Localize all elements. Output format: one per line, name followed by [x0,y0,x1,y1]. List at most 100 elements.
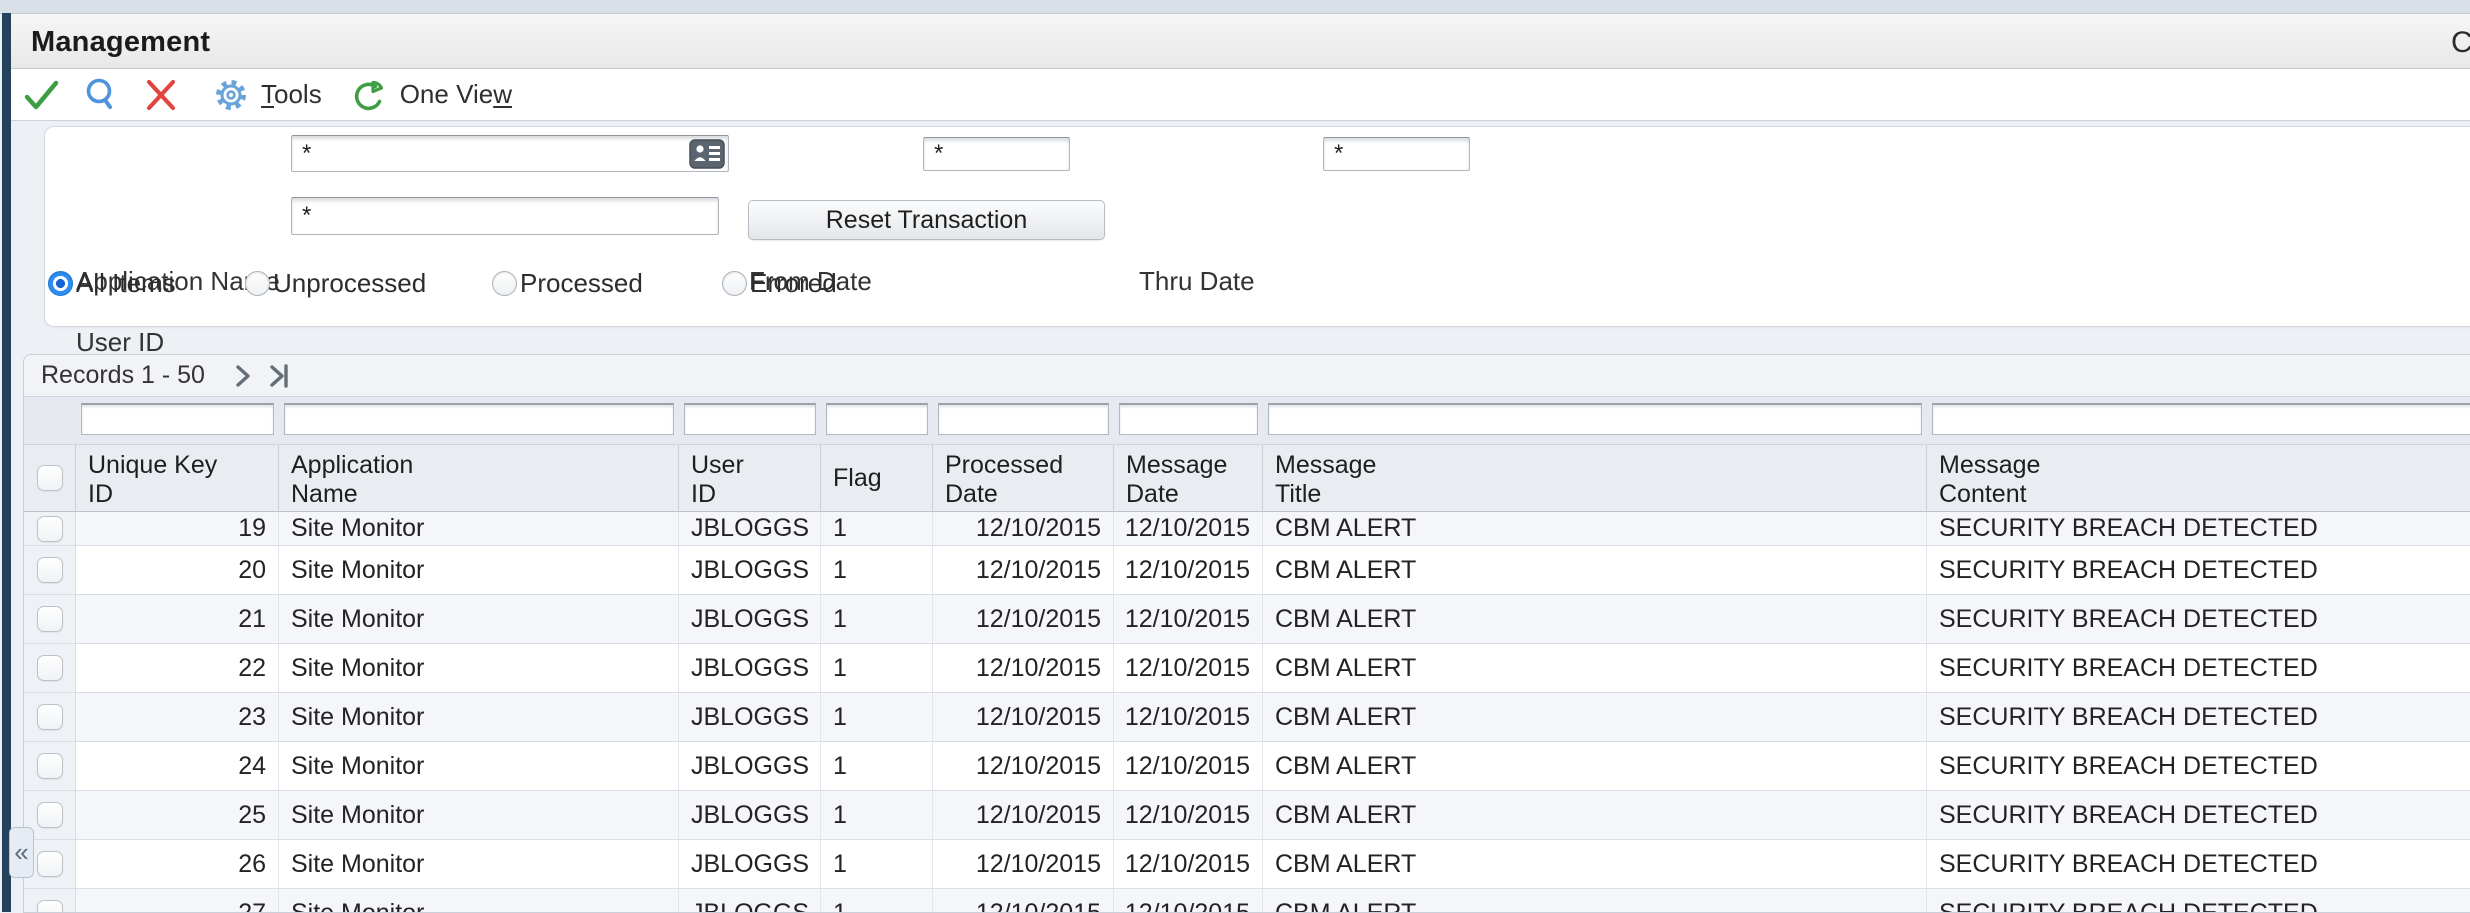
column-header-message-date[interactable]: Message Date [1114,445,1263,511]
tools-label: Tools [261,79,322,110]
column-header-message-content[interactable]: Message Content [1927,445,2470,511]
table-row[interactable]: 23 Site Monitor JBLOGGS 1 12/10/2015 12/… [24,692,2470,741]
cell-application-name: Site Monitor [279,644,679,692]
cell-message-date: 12/10/2015 [1114,791,1263,839]
close-button[interactable] [143,77,179,113]
row-checkbox[interactable] [37,851,63,877]
toolbar: Tools One View [11,69,2470,121]
qbe-input-flag[interactable] [826,403,928,435]
cell-processed-date: 12/10/2015 [933,889,1114,913]
gear-icon [213,77,249,113]
collapse-chevrons-icon: « [14,837,28,868]
page-title: Management [11,14,2470,59]
user-id-field[interactable] [291,197,719,235]
thru-date-field[interactable] [1323,137,1470,171]
cell-message-content: SECURITY BREACH DETECTED [1927,644,2470,692]
cell-processed-date: 12/10/2015 [933,512,1114,545]
radio-option[interactable]: Unprocessed [245,268,426,299]
cell-application-name: Site Monitor [279,742,679,790]
cell-flag: 1 [821,889,933,913]
row-checkbox[interactable] [37,753,63,779]
select-all-checkbox[interactable] [37,465,63,491]
table-row[interactable]: 19 Site Monitor JBLOGGS 1 12/10/2015 12/… [24,512,2470,545]
cell-flag: 1 [821,840,933,888]
confirm-button[interactable] [23,77,61,113]
qbe-input-message-title[interactable] [1268,403,1922,435]
qbe-input-message-content[interactable] [1932,403,2470,435]
next-page-button[interactable] [231,363,255,389]
cell-message-date: 12/10/2015 [1114,644,1263,692]
tools-button[interactable]: Tools [213,77,322,113]
window-top-strip [0,0,2470,14]
table-row[interactable]: 24 Site Monitor JBLOGGS 1 12/10/2015 12/… [24,741,2470,790]
column-header-unique-key-id[interactable]: Unique Key ID [76,445,279,511]
qbe-input-processed-date[interactable] [938,403,1109,435]
left-navy-rail [2,13,11,912]
results-grid-panel: Records 1 - 50 Unique Key ID Application… [23,354,2470,913]
radio-icon [48,271,73,296]
qbe-input-application-name[interactable] [284,403,674,435]
radio-icon [492,271,517,296]
cell-flag: 1 [821,742,933,790]
table-row[interactable]: 25 Site Monitor JBLOGGS 1 12/10/2015 12/… [24,790,2470,839]
cell-unique-key-id: 27 [76,889,279,913]
cell-application-name: Site Monitor [279,840,679,888]
table-row[interactable]: 20 Site Monitor JBLOGGS 1 12/10/2015 12/… [24,545,2470,594]
last-page-button[interactable] [267,363,293,389]
table-row[interactable]: 27 Site Monitor JBLOGGS 1 12/10/2015 12/… [24,888,2470,913]
cell-user-id: JBLOGGS [679,512,821,545]
reset-transaction-button[interactable]: Reset Transaction [748,200,1105,240]
find-button[interactable] [83,77,119,113]
cell-user-id: JBLOGGS [679,693,821,741]
cell-message-date: 12/10/2015 [1114,889,1263,913]
cell-processed-date: 12/10/2015 [933,595,1114,643]
table-row[interactable]: 21 Site Monitor JBLOGGS 1 12/10/2015 12/… [24,594,2470,643]
cell-message-title: CBM ALERT [1263,840,1927,888]
search-icon [83,77,119,113]
row-checkbox[interactable] [37,655,63,681]
column-header-message-title[interactable]: Message Title [1263,445,1927,511]
cell-user-id: JBLOGGS [679,742,821,790]
qbe-input-unique-key-id[interactable] [81,403,274,435]
chevron-right-icon [231,363,255,389]
cell-flag: 1 [821,595,933,643]
row-checkbox[interactable] [37,557,63,583]
column-header-flag[interactable]: Flag [821,445,933,511]
radio-icon [245,271,270,296]
cell-message-content: SECURITY BREACH DETECTED [1927,742,2470,790]
cell-application-name: Site Monitor [279,889,679,913]
cell-processed-date: 12/10/2015 [933,742,1114,790]
table-row[interactable]: 22 Site Monitor JBLOGGS 1 12/10/2015 12/… [24,643,2470,692]
address-book-icon[interactable] [689,139,725,169]
row-checkbox[interactable] [37,606,63,632]
radio-option[interactable]: Errored [722,268,837,299]
corner-partial-glyph: C [2451,26,2470,60]
from-date-field[interactable] [923,137,1070,171]
cell-message-title: CBM ALERT [1263,595,1927,643]
cell-user-id: JBLOGGS [679,889,821,913]
radio-option[interactable]: All Items [48,268,176,299]
one-view-label: One View [400,79,512,110]
cell-processed-date: 12/10/2015 [933,693,1114,741]
row-checkbox[interactable] [37,900,63,913]
status-filter-radios: All Items Unprocessed Processed Errored [45,268,2470,298]
one-view-button[interactable]: One View [352,77,512,113]
qbe-input-user-id[interactable] [684,403,816,435]
application-name-field[interactable] [291,135,729,172]
column-header-processed-date[interactable]: Processed Date [933,445,1114,511]
table-row[interactable]: 26 Site Monitor JBLOGGS 1 12/10/2015 12/… [24,839,2470,888]
cell-flag: 1 [821,512,933,545]
row-checkbox[interactable] [37,704,63,730]
sidebar-collapse-handle[interactable]: « [9,827,34,878]
cell-flag: 1 [821,546,933,594]
row-checkbox[interactable] [37,516,63,542]
radio-option[interactable]: Processed [492,268,643,299]
cell-message-title: CBM ALERT [1263,693,1927,741]
qbe-input-message-date[interactable] [1119,403,1258,435]
cell-user-id: JBLOGGS [679,546,821,594]
records-bar: Records 1 - 50 [24,355,2470,397]
row-checkbox[interactable] [37,802,63,828]
column-header-application-name[interactable]: Application Name [279,445,679,511]
column-header-user-id[interactable]: User ID [679,445,821,511]
cell-message-date: 12/10/2015 [1114,595,1263,643]
